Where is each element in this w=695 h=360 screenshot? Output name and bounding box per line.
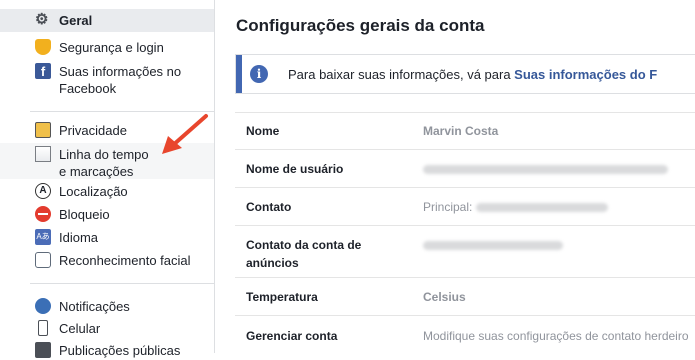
settings-row-ad-account-contact[interactable]: Contato da conta de anúncios [235,225,695,278]
annotation-arrow-icon [162,114,208,154]
settings-sidebar: ⚙ Geral Segurança e login f Suas informa… [0,0,215,358]
gear-icon: ⚙ [35,11,49,28]
sidebar-item-public-posts[interactable]: Publicações públicas [0,340,214,360]
sidebar-divider [30,283,214,284]
lock-icon [35,122,51,138]
sidebar-item-language[interactable]: Aあ Idioma [0,227,214,247]
row-value-redacted [423,160,668,178]
row-label: Temperatura [246,290,318,304]
row-value-text: Principal: [423,200,473,214]
sidebar-item-blocking[interactable]: Bloqueio [0,204,214,224]
facebook-icon: f [35,63,51,79]
sidebar-item-mobile[interactable]: Celular [0,318,214,338]
location-icon: A [35,183,51,199]
download-info-banner: i Para baixar suas informações, vá para … [235,54,695,94]
settings-row-name[interactable]: Nome Marvin Costa [235,112,695,150]
row-label: Nome de usuário [246,162,344,176]
sidebar-item-geral[interactable]: ⚙ Geral [0,9,214,32]
row-label: Contato [246,200,292,214]
sidebar-item-label: Linha do tempo e marcações [59,147,149,179]
sidebar-item-label: Celular [59,321,101,336]
phone-icon [38,320,48,336]
sidebar-item-label: Suas informações no Facebook [59,64,182,96]
banner-accent-stripe [236,55,242,93]
sidebar-item-label: Reconhecimento facial [59,253,191,268]
sidebar-item-your-info[interactable]: f Suas informações no Facebook [0,61,214,99]
sidebar-item-label: Publicações públicas [59,343,181,358]
sidebar-item-security[interactable]: Segurança e login [0,37,214,57]
sidebar-item-label: Localização [59,184,128,199]
row-value: Principal: [423,198,608,216]
settings-row-username[interactable]: Nome de usuário [235,149,695,188]
public-posts-icon [35,342,51,358]
info-icon: i [250,65,268,83]
timeline-icon [35,146,51,162]
row-label: Contato da conta de anúncios [246,238,362,270]
row-value-redacted [423,236,563,254]
sidebar-item-notifications[interactable]: Notificações [0,296,214,316]
sidebar-item-label: Idioma [59,230,99,245]
page-title: Configurações gerais da conta [236,16,485,35]
language-icon: Aあ [35,229,51,245]
row-value: Modifique suas configurações de contato … [423,329,689,343]
banner-message: Para baixar suas informações, vá para [288,67,515,82]
sidebar-item-label: Notificações [59,299,130,314]
sidebar-item-label: Bloqueio [59,207,110,222]
row-label: Gerenciar conta [246,329,338,343]
sidebar-item-face-recognition[interactable]: Reconhecimento facial [0,250,214,270]
general-settings-panel: Configurações gerais da conta i Para bai… [215,0,695,353]
row-value: Marvin Costa [423,124,499,138]
settings-row-contact[interactable]: Contato Principal: [235,187,695,226]
sidebar-item-label: Segurança e login [59,40,164,55]
sidebar-item-location[interactable]: A Localização [0,181,214,201]
sidebar-item-label: Geral [59,13,93,28]
globe-icon [35,298,51,314]
face-recognition-icon [35,252,51,268]
settings-row-manage-account[interactable]: Gerenciar conta Modifique suas configura… [235,315,695,356]
row-label: Nome [246,124,280,138]
settings-row-temperature[interactable]: Temperatura Celsius [235,277,695,316]
banner-text: Para baixar suas informações, vá para Su… [288,67,657,82]
shield-icon [35,39,51,55]
block-icon [35,206,51,222]
row-value: Celsius [423,290,466,304]
your-information-link[interactable]: Suas informações do F [514,67,657,82]
